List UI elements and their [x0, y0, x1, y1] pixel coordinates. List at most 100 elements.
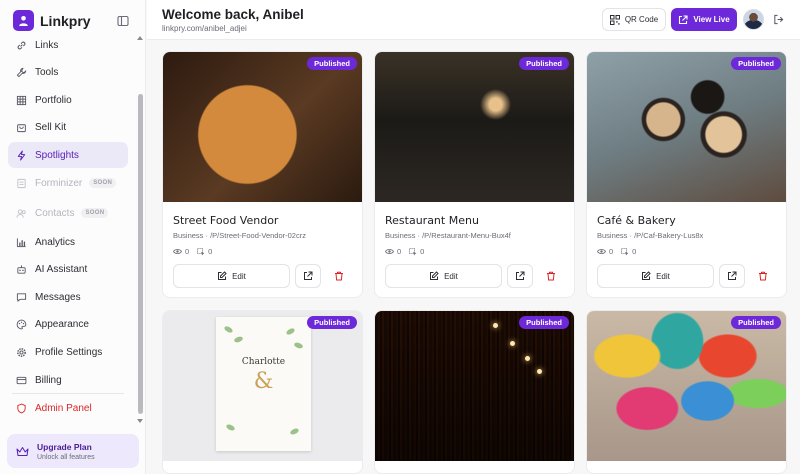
- edit-button[interactable]: Edit: [385, 264, 502, 288]
- card-meta: Business · /P/Restaurant-Menu-Bux4f: [385, 231, 511, 240]
- spotlight-card[interactable]: Published: [586, 310, 787, 474]
- spotlight-card[interactable]: Published Café & Bakery Business · /P/Ca…: [586, 51, 787, 298]
- click-icon: [197, 247, 205, 255]
- card-title: Café & Bakery: [597, 214, 676, 227]
- link-icon: [17, 41, 26, 49]
- sidebar-item-appearance[interactable]: Appearance: [8, 311, 128, 337]
- avatar[interactable]: [743, 9, 764, 30]
- bar-chart-icon: [16, 237, 26, 247]
- invitation-name: Charlotte: [241, 357, 286, 367]
- card-image-library: [375, 311, 574, 461]
- spotlight-card[interactable]: Published Restaurant Menu Business · /P/…: [374, 51, 575, 298]
- edit-icon: [430, 271, 439, 280]
- edit-button[interactable]: Edit: [597, 264, 714, 288]
- external-link-icon: [304, 271, 313, 280]
- status-badge: Published: [731, 57, 781, 70]
- status-badge: Published: [731, 316, 781, 329]
- card-title: Restaurant Menu: [385, 214, 479, 227]
- delete-button[interactable]: [753, 264, 773, 288]
- spotlight-card[interactable]: Charlotte & Published: [162, 310, 363, 474]
- invitation-ampersand: &: [253, 369, 274, 394]
- sidebar-item-label: Appearance: [35, 318, 89, 330]
- spotlight-card[interactable]: Published Street Food Vendor Business · …: [162, 51, 363, 298]
- scroll-up-arrow-icon[interactable]: [137, 36, 143, 40]
- sidebar-item-label: Links: [35, 39, 59, 51]
- sidebar-item-sell-kit[interactable]: Sell Kit: [8, 114, 128, 140]
- sidebar-item-portfolio[interactable]: Portfolio: [8, 87, 128, 113]
- edit-label: Edit: [232, 271, 246, 281]
- card-meta: Business · /P/Caf-Bakery-Lus8x: [597, 231, 704, 240]
- soon-badge: SOON: [89, 178, 117, 188]
- sidebar-item-label: Messages: [35, 291, 81, 303]
- upgrade-plan-button[interactable]: Upgrade Plan Unlock all features: [7, 434, 139, 468]
- profile-url: linkpry.com/anibel_adjei: [162, 24, 247, 33]
- card-image-coffee: [587, 52, 786, 202]
- lightning-icon: [17, 149, 26, 161]
- card-meta: Business · /P/Street-Food-Vendor-02crz: [173, 231, 306, 240]
- edit-label: Edit: [444, 271, 458, 281]
- qr-code-icon: [609, 14, 620, 25]
- card-title: Street Food Vendor: [173, 214, 279, 227]
- trash-icon: [335, 271, 343, 281]
- trash-icon: [759, 271, 767, 281]
- sidebar-item-label: AI Assistant: [35, 263, 88, 275]
- sidebar-item-analytics[interactable]: Analytics: [8, 229, 128, 255]
- soon-badge: SOON: [81, 208, 109, 218]
- scroll-thumb[interactable]: [138, 94, 143, 414]
- external-link-icon: [728, 271, 737, 280]
- views-count: 0: [397, 247, 402, 256]
- status-badge: Published: [519, 57, 569, 70]
- eye-icon: [597, 249, 606, 254]
- sidebar-item-tools[interactable]: Tools: [8, 59, 128, 85]
- open-external-button[interactable]: [719, 264, 745, 288]
- robot-icon: [17, 264, 26, 274]
- edit-button[interactable]: Edit: [173, 264, 290, 288]
- sidebar-item-contacts: Contacts SOON: [8, 200, 128, 226]
- card-stats: 0 0: [173, 247, 212, 256]
- delete-button[interactable]: [541, 264, 561, 288]
- view-live-button[interactable]: View Live: [671, 8, 737, 31]
- card-image-invitation: Charlotte &: [163, 311, 362, 461]
- edit-icon: [642, 271, 651, 280]
- credit-card-icon: [16, 376, 27, 384]
- sidebar-divider: [12, 393, 124, 394]
- sidebar-item-label: Billing: [35, 374, 62, 386]
- status-badge: Published: [519, 316, 569, 329]
- qr-code-button[interactable]: QR Code: [602, 8, 666, 31]
- sidebar-item-label: Forminizer: [35, 177, 83, 189]
- sidebar-item-spotlights[interactable]: Spotlights: [8, 142, 128, 168]
- eye-icon: [173, 249, 182, 254]
- brand[interactable]: Linkpry: [13, 10, 91, 31]
- crown-icon: [16, 446, 29, 456]
- sidebar: Linkpry Links Tools Portfolio Sell Kit S…: [0, 0, 146, 474]
- card-image-restaurant: [375, 52, 574, 202]
- brand-logo-icon: [13, 10, 34, 31]
- click-icon: [621, 247, 629, 255]
- eye-icon: [385, 249, 394, 254]
- card-stats: 0 0: [597, 247, 636, 256]
- sidebar-item-admin-panel[interactable]: Admin Panel: [8, 395, 128, 421]
- edit-icon: [218, 271, 227, 280]
- status-badge: Published: [307, 316, 357, 329]
- sidebar-item-links[interactable]: Links: [8, 36, 128, 58]
- sidebar-scrollbar[interactable]: [137, 34, 143, 426]
- page-title: Welcome back, Anibel: [162, 7, 304, 22]
- open-external-button[interactable]: [295, 264, 321, 288]
- scroll-down-arrow-icon[interactable]: [137, 419, 143, 423]
- clicks-count: 0: [208, 247, 213, 256]
- sidebar-collapse-icon[interactable]: [117, 15, 129, 27]
- open-external-button[interactable]: [507, 264, 533, 288]
- view-live-label: View Live: [693, 15, 730, 24]
- spotlight-card[interactable]: Published: [374, 310, 575, 474]
- top-header: Welcome back, Anibel linkpry.com/anibel_…: [147, 0, 800, 40]
- delete-button[interactable]: [329, 264, 349, 288]
- users-icon: [16, 208, 26, 218]
- sidebar-item-billing[interactable]: Billing: [8, 367, 128, 393]
- shield-icon: [17, 403, 26, 413]
- logout-icon[interactable]: [773, 14, 784, 25]
- sidebar-item-ai-assistant[interactable]: AI Assistant: [8, 256, 128, 282]
- sidebar-item-messages[interactable]: Messages: [8, 284, 128, 310]
- sidebar-item-profile-settings[interactable]: Profile Settings: [8, 339, 128, 365]
- sidebar-item-label: Spotlights: [35, 149, 79, 161]
- message-icon: [16, 292, 27, 302]
